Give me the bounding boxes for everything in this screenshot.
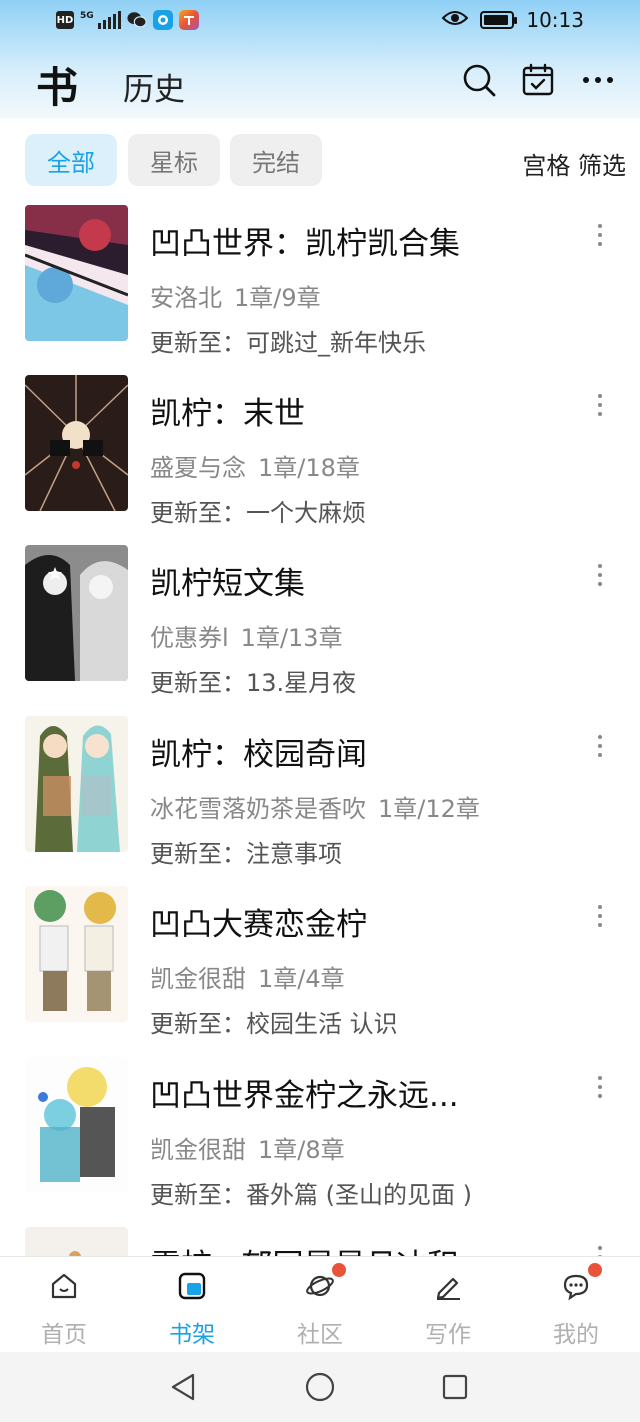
book-item[interactable]: 雷柠 · 郁园星星月冰积 <box>0 1224 640 1256</box>
bookshelf-icon <box>178 1272 206 1300</box>
book-cover[interactable] <box>25 1057 128 1193</box>
book-more-icon[interactable] <box>590 901 610 931</box>
home-icon <box>51 1273 77 1299</box>
book-author: 凯金很甜 <box>150 965 246 993</box>
status-right: 10:13 <box>441 8 584 32</box>
app-icon-blue <box>152 10 173 30</box>
book-meta: 冰花雪落奶茶是香吹 1章/12章 <box>150 789 480 824</box>
book-title: 雷柠 · 郁园星星月冰积 <box>150 1240 459 1256</box>
book-author: 冰花雪落奶茶是香吹 <box>150 795 366 823</box>
book-item[interactable]: 凯柠短文集 优惠券l 1章/13章 更新至：13.星月夜 <box>0 542 640 712</box>
book-update: 更新至：番外篇 (圣山的见面 ) <box>150 1181 472 1209</box>
book-more-icon[interactable] <box>590 731 610 761</box>
tab-write-label: 写作 <box>425 1322 471 1348</box>
filter-starred-chip[interactable]: 星标 <box>128 134 220 186</box>
me-badge <box>588 1263 602 1277</box>
status-time: 10:13 <box>526 8 584 32</box>
tab-bookshelf[interactable]: 书架 <box>128 1257 256 1353</box>
book-more-icon[interactable] <box>590 1072 610 1102</box>
book-author: 盛夏与念 <box>150 454 246 482</box>
more-icon[interactable] <box>580 62 616 98</box>
book-update: 更新至：可跳过_新年快乐 <box>150 329 426 357</box>
book-cover[interactable] <box>25 886 128 1022</box>
bottom-tab-bar: 首页 书架 社区 写作 我的 <box>0 1256 640 1352</box>
status-left: HD 5G <box>56 10 199 30</box>
system-nav-bar <box>0 1352 640 1422</box>
book-item[interactable]: 凹凸大赛恋金柠 凯金很甜 1章/4章 更新至：校园生活 认识 <box>0 883 640 1053</box>
book-item[interactable]: 凯柠：末世 盛夏与念 1章/18章 更新至：一个大麻烦 <box>0 372 640 542</box>
top-area: HD 5G 10:13 书 历史 <box>0 0 640 118</box>
book-meta: 安洛北 1章/9章 <box>150 278 321 313</box>
book-more-icon[interactable] <box>590 560 610 590</box>
battery-icon <box>480 11 518 29</box>
network-label: 5G <box>80 11 94 21</box>
wechat-icon <box>127 10 147 30</box>
book-title: 凹凸世界：凯柠凯合集 <box>150 226 460 262</box>
hd-badge: HD <box>56 11 74 29</box>
filter-bar: 全部 星标 完结 宫格 筛选 <box>0 118 640 202</box>
tab-me-label: 我的 <box>553 1322 599 1348</box>
tab-community-label: 社区 <box>297 1322 343 1348</box>
book-progress: 1章/13章 <box>240 624 343 652</box>
book-title: 凯柠：末世 <box>150 396 305 432</box>
eye-icon <box>441 9 469 31</box>
book-more-icon[interactable] <box>590 390 610 420</box>
book-cover[interactable] <box>25 1227 128 1256</box>
book-progress: 1章/8章 <box>258 1136 345 1164</box>
chat-icon <box>563 1274 589 1301</box>
book-cover[interactable] <box>25 375 128 511</box>
recents-icon[interactable] <box>438 1370 472 1404</box>
book-more-icon[interactable] <box>590 220 610 250</box>
community-badge <box>332 1263 346 1277</box>
grid-filter-button[interactable]: 宫格 筛选 <box>522 146 626 181</box>
book-title: 凯柠短文集 <box>150 566 305 602</box>
filter-finished-chip[interactable]: 完结 <box>230 134 322 186</box>
header: 书 历史 <box>0 44 640 118</box>
app-icon-colorful <box>178 10 199 30</box>
planet-icon <box>306 1275 334 1297</box>
book-progress: 1章/18章 <box>258 454 360 482</box>
book-author: 凯金很甜 <box>150 1136 246 1164</box>
tab-home-label: 首页 <box>41 1322 87 1348</box>
book-progress: 1章/4章 <box>258 965 345 993</box>
book-progress: 1章/12章 <box>378 795 480 823</box>
book-meta: 凯金很甜 1章/4章 <box>150 959 345 994</box>
book-item[interactable]: 凯柠：校园奇闻 冰花雪落奶茶是香吹 1章/12章 更新至：注意事项 <box>0 713 640 883</box>
calendar-icon[interactable] <box>520 62 556 98</box>
book-item[interactable]: 凹凸世界：凯柠凯合集 安洛北 1章/9章 更新至：可跳过_新年快乐 <box>0 202 640 372</box>
pen-icon <box>436 1277 460 1300</box>
tab-home[interactable]: 首页 <box>0 1257 128 1353</box>
book-progress: 1章/9章 <box>234 284 321 312</box>
book-title: 凹凸大赛恋金柠 <box>150 907 367 943</box>
tab-bookshelf-title[interactable]: 书 <box>36 54 78 115</box>
book-title: 凹凸世界金柠之永远... <box>150 1078 459 1114</box>
tab-write[interactable]: 写作 <box>384 1257 512 1353</box>
book-cover[interactable] <box>25 205 128 341</box>
book-cover[interactable] <box>25 716 128 852</box>
book-author: 优惠券l <box>150 624 229 652</box>
book-update: 更新至：校园生活 认识 <box>150 1010 398 1038</box>
book-more-icon[interactable] <box>590 1242 610 1256</box>
home-circle-icon[interactable] <box>303 1370 337 1404</box>
status-bar: HD 5G 10:13 <box>0 0 640 44</box>
book-meta: 盛夏与念 1章/18章 <box>150 448 360 483</box>
signal-icon: 5G <box>80 11 121 29</box>
book-author: 安洛北 <box>150 284 222 312</box>
book-update: 更新至：13.星月夜 <box>150 669 357 697</box>
book-update: 更新至：注意事项 <box>150 840 342 868</box>
book-cover[interactable] <box>25 545 128 681</box>
book-update: 更新至：一个大麻烦 <box>150 499 366 527</box>
tab-history[interactable]: 历史 <box>123 64 185 109</box>
tab-community[interactable]: 社区 <box>256 1257 384 1353</box>
book-title: 凯柠：校园奇闻 <box>150 737 367 773</box>
book-list[interactable]: 凹凸世界：凯柠凯合集 安洛北 1章/9章 更新至：可跳过_新年快乐 凯柠：末世 盛… <box>0 202 640 1256</box>
book-item[interactable]: 凹凸世界金柠之永远... 凯金很甜 1章/8章 更新至：番外篇 (圣山的见面 ) <box>0 1054 640 1224</box>
search-icon[interactable] <box>461 62 497 98</box>
back-icon[interactable] <box>166 1370 200 1404</box>
book-meta: 凯金很甜 1章/8章 <box>150 1130 345 1165</box>
book-meta: 优惠券l 1章/13章 <box>150 618 343 653</box>
tab-me[interactable]: 我的 <box>512 1257 640 1353</box>
tab-bookshelf-label: 书架 <box>169 1322 215 1348</box>
filter-all-chip[interactable]: 全部 <box>25 134 117 186</box>
